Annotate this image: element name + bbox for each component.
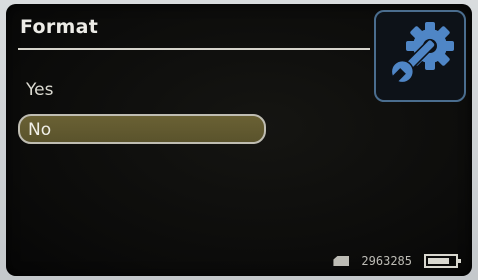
menu-option-no-selected[interactable]: No	[18, 114, 266, 144]
remaining-shots-count: 2963285	[361, 254, 412, 268]
title-divider	[18, 48, 370, 50]
battery-icon	[424, 254, 461, 268]
status-bar: 2963285	[333, 252, 461, 270]
camera-bezel: Format Yes No 2963285	[0, 0, 478, 280]
battery-level-fill	[428, 258, 449, 264]
menu-option-yes[interactable]: Yes	[18, 76, 266, 106]
setup-icon-frame	[374, 10, 466, 102]
sd-card-icon	[333, 256, 350, 266]
page-title: Format	[20, 16, 99, 38]
lcd-screen: Format Yes No 2963285	[6, 4, 472, 276]
